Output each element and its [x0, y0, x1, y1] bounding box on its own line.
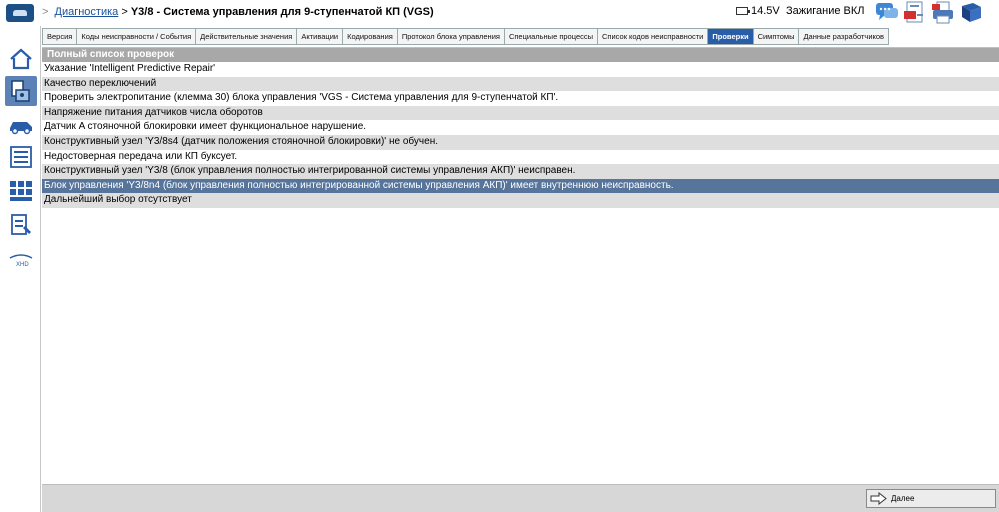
sidebar-item-control-unit[interactable] — [5, 76, 37, 106]
top-toolbar — [875, 1, 983, 24]
next-button[interactable]: Далее — [866, 489, 996, 508]
home-icon — [10, 48, 32, 70]
tab-2[interactable]: Действительные значения — [195, 28, 297, 45]
tab-10[interactable]: Данные разработчиков — [798, 28, 890, 45]
next-button-label: Далее — [891, 494, 915, 503]
list-item[interactable]: Датчик A стояночной блокировки имеет фун… — [42, 120, 999, 135]
tab-1[interactable]: Коды неисправности / События — [76, 28, 196, 45]
pdf-document-icon[interactable] — [903, 1, 927, 24]
battery-status: 14.5V — [736, 5, 780, 17]
checks-list-panel: Полный список проверок Указание 'Intelli… — [42, 47, 999, 484]
tab-9[interactable]: Симптомы — [752, 28, 799, 45]
voltage-value: 14.5V — [751, 5, 780, 17]
tab-8[interactable]: Проверки — [707, 28, 753, 45]
sidebar-item-xhd[interactable]: XHD — [5, 244, 37, 274]
list-item[interactable]: Конструктивный узел 'Y3/8 (блок управлен… — [42, 164, 999, 179]
breadcrumb-separator: > — [42, 6, 49, 18]
tab-5[interactable]: Протокол блока управления — [396, 28, 504, 45]
tab-bar: Версия Коды неисправности / События Действ… — [42, 28, 890, 45]
battery-icon — [736, 7, 750, 15]
document-tools-icon — [11, 214, 31, 235]
xhd-icon: XHD — [9, 254, 33, 268]
sidebar-item-home[interactable] — [5, 44, 37, 74]
tab-4[interactable]: Кодирования — [342, 28, 397, 45]
grid-modules-icon — [10, 181, 32, 201]
breadcrumb: > Диагностика > Y3/8 - Система управлени… — [42, 6, 434, 18]
list-item[interactable]: Конструктивный узел 'Y3/8s4 (датчик поло… — [42, 134, 999, 150]
sidebar-item-vehicle[interactable] — [5, 110, 37, 140]
footer-bar: Далее — [42, 484, 999, 512]
sidebar-item-list[interactable] — [5, 142, 37, 172]
breadcrumb-arrow: > — [121, 6, 131, 18]
help-book-icon[interactable] — [959, 1, 983, 24]
tab-6[interactable]: Специальные процессы — [503, 28, 598, 45]
list-icon — [10, 146, 32, 168]
svg-text:XHD: XHD — [16, 262, 29, 268]
tab-3[interactable]: Активации — [296, 28, 343, 45]
pdf-print-icon[interactable] — [931, 1, 955, 24]
breadcrumb-current: Y3/8 - Система управления для 9-ступенча… — [130, 6, 434, 18]
tab-7[interactable]: Список кодов неисправности — [597, 28, 708, 45]
arrow-right-icon — [870, 492, 887, 505]
list-item[interactable]: Недостоверная передача или КП буксует. — [42, 149, 999, 165]
list-item[interactable]: Напряжение питания датчиков числа оборот… — [42, 105, 999, 121]
app-logo — [6, 4, 34, 22]
sidebar-item-documents[interactable] — [5, 210, 37, 240]
vehicle-icon — [10, 122, 32, 135]
tab-0[interactable]: Версия — [42, 28, 77, 45]
control-unit-icon — [11, 80, 30, 102]
list-item[interactable]: Блок управления 'Y3/8n4 (блок управления… — [42, 178, 999, 194]
left-sidebar: XHD — [0, 26, 41, 512]
list-header: Полный список проверок — [42, 48, 999, 62]
top-bar: > Диагностика > Y3/8 - Система управлени… — [0, 0, 999, 26]
list-item[interactable]: Дальнейший выбор отсутствует — [42, 193, 999, 208]
list-item[interactable]: Указание 'Intelligent Predictive Repair' — [42, 62, 999, 77]
list-item[interactable]: Качество переключений — [42, 76, 999, 92]
checks-list: Указание 'Intelligent Predictive Repair'… — [42, 62, 999, 208]
chat-icon[interactable] — [875, 1, 899, 24]
list-item[interactable]: Проверить электропитание (клемма 30) бло… — [42, 91, 999, 106]
breadcrumb-link-diagnostics[interactable]: Диагностика — [55, 6, 119, 18]
ignition-status: Зажигание ВКЛ — [786, 5, 865, 17]
sidebar-item-modules[interactable] — [5, 176, 37, 206]
